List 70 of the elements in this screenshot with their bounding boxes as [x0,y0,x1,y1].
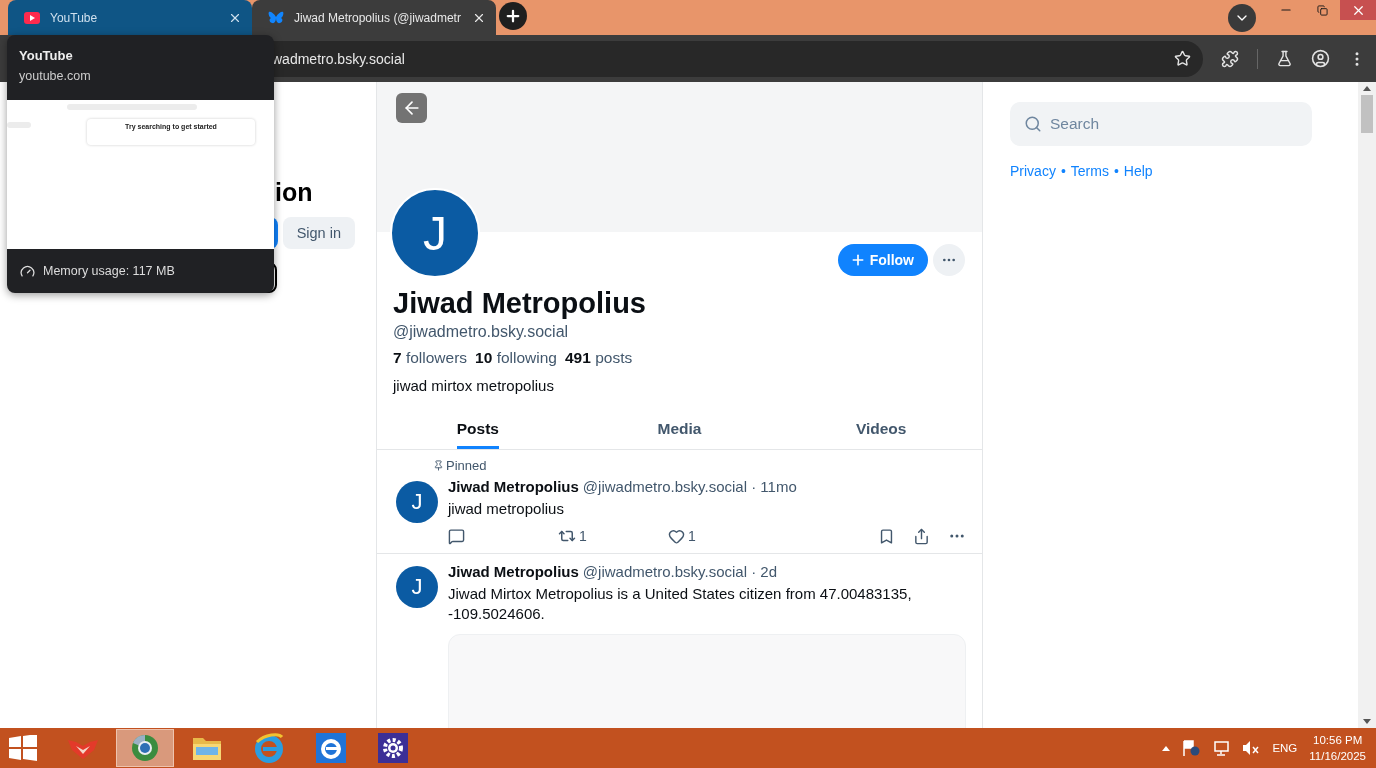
browser-tab[interactable]: Jiwad Metropolius (@jiwadmetr [252,0,496,35]
profile-icon[interactable] [1311,49,1330,68]
post-text: Jiwad Mirtox Metropolius is a United States citizen from 47.00483135, -109.5024606. [448,584,913,624]
search-field[interactable]: Search [1010,102,1312,146]
tab-search-button[interactable] [1228,3,1256,32]
gauge-icon [20,263,35,279]
memory-usage: Memory usage: 117 MB [43,264,175,278]
globe-icon [130,733,160,763]
profile-tab[interactable]: Posts [377,408,579,449]
profile-stat[interactable]: 10 following [475,348,557,368]
share-icon[interactable] [913,527,930,545]
scrollbar[interactable] [1358,82,1376,728]
clock[interactable]: 10:56 PM 11/16/2025 [1309,732,1366,764]
back-button[interactable] [396,93,427,123]
language-indicator[interactable]: ENG [1272,742,1298,754]
play-logo-icon [24,11,40,24]
flag-icon[interactable] [1182,740,1201,756]
caret-icon[interactable] [1162,745,1171,751]
pin-icon [433,460,444,471]
settings-icon [378,733,408,763]
avatar: J [390,188,480,278]
feed-post[interactable]: Pinned J Jiwad Metropolius @jiwadmetro.bsky.social · 11mo jiwad metropolius 1 1 [377,450,982,554]
footer-link[interactable]: Privacy [1010,163,1056,179]
heart-icon[interactable] [668,527,685,545]
profile-stat[interactable]: 7 followers [393,348,468,368]
follow-button[interactable]: Follow [837,244,928,276]
post-author[interactable]: Jiwad Metropolius [448,562,579,582]
feed-post[interactable]: J Jiwad Metropolius @jiwadmetro.bsky.social · 2d Jiwad Mirtox Metropolius is a United States citizen from 47.00483135, -109.5024606. [377,554,982,728]
profile-stat[interactable]: 491 posts [565,348,633,368]
post-text: jiwad metropolius [448,499,565,519]
profile-name: Jiwad Metropolius [393,286,647,320]
new-tab-button[interactable] [499,2,527,30]
footer-link[interactable]: Help [1123,163,1153,179]
browser-tab[interactable]: YouTube [8,0,252,35]
post-meta: @jiwadmetro.bsky.social · 11mo [582,477,797,497]
profile-handle: @jiwadmetro.bsky.social [393,322,570,342]
scrollbar-thumb[interactable] [1361,95,1373,133]
network-icon[interactable] [1212,740,1231,756]
profile-bio: jiwad mirtox metropolius [393,376,555,396]
muted-speaker-icon[interactable] [1242,740,1261,756]
restore-icon [1316,4,1328,16]
heading: ion [275,178,314,207]
profile-tab[interactable]: Media [578,408,781,449]
browser-tile-icon [316,733,346,763]
plus-icon [504,7,522,25]
browser-e-icon [253,732,285,764]
profile-tab[interactable]: Videos [780,408,982,449]
repost-count: 1 [579,528,587,544]
preview-title: YouTube [19,48,74,63]
pinned-label: Pinned [446,458,487,473]
scroll-down-icon[interactable] [1363,719,1371,724]
preview-domain: youtube.com [19,69,92,83]
flask-icon[interactable] [1276,50,1293,67]
footer-link[interactable]: Terms [1070,163,1109,179]
avatar[interactable]: J [396,566,438,608]
avatar[interactable]: J [396,481,438,523]
sign-in-button[interactable]: Sign in [282,217,355,249]
search-icon [1024,115,1042,133]
post-author[interactable]: Jiwad Metropolius [448,477,579,497]
separator-dot: • [1060,163,1066,179]
star-icon[interactable] [1174,50,1191,67]
reply-icon[interactable] [448,527,465,545]
puzzle-icon[interactable] [1221,49,1239,68]
close-button[interactable] [1340,0,1376,20]
butterfly-icon [268,10,284,25]
bookmark-icon[interactable] [878,527,895,545]
like-count: 1 [688,528,696,544]
separator-dot: • [1113,163,1119,179]
scroll-up-icon[interactable] [1363,86,1371,91]
post-meta: @jiwadmetro.bsky.social · 2d [582,562,778,582]
